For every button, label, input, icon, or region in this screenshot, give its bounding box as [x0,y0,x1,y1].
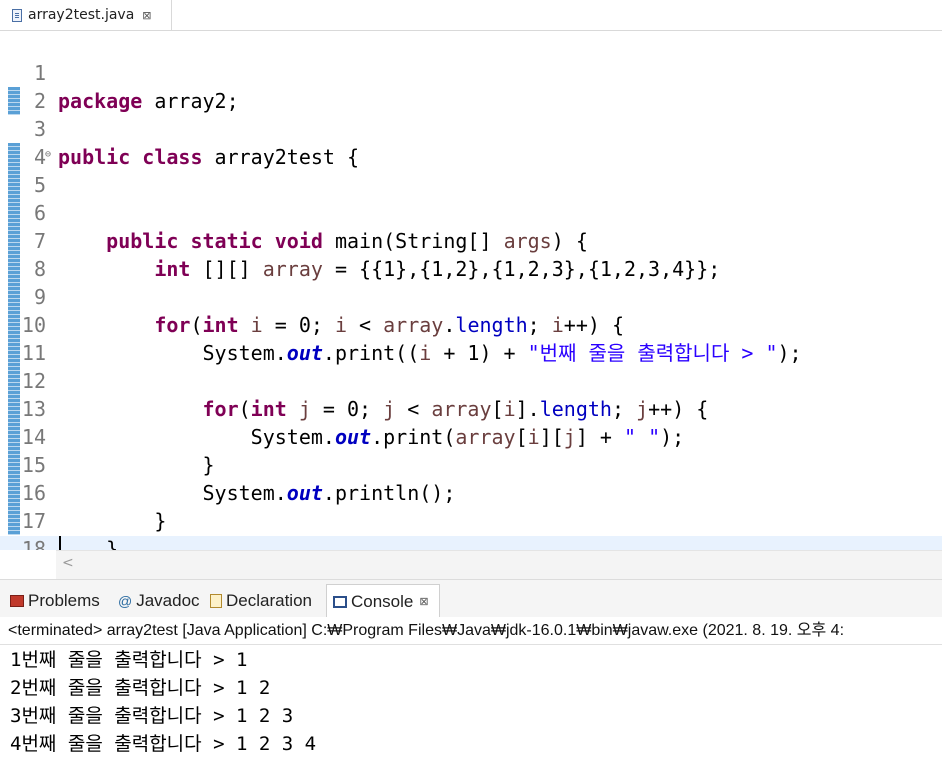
code-line: 3 public class array2test { [0,87,942,169]
console-status-header: <terminated> array2test [Java Applicatio… [0,617,942,645]
tab-problems[interactable]: Problems [10,584,100,618]
javadoc-at-icon: @ [118,593,133,609]
code-line: 5 ⊖ public static void main(String[] arg… [0,141,942,253]
code-line: 19 [0,535,942,550]
console-output-line: 2번째 줄을 출력합니다 > 1 2 [10,677,271,699]
console-output-line: 4번째 줄을 출력합니다 > 1 2 3 4 [10,733,317,755]
tab-console[interactable]: Console ⊠ [326,584,440,618]
code-line: 6 [0,171,942,225]
java-file-icon [12,8,22,22]
declaration-icon [210,594,222,608]
tab-label: Console [351,591,414,611]
text-caret [59,536,61,550]
scroll-left-arrow-icon[interactable]: < [62,555,74,571]
tab-declaration[interactable]: Declaration [210,584,312,618]
code-line: 2 [0,59,942,113]
code-line: 13 System.out.print(array[i][j] + " "); [0,367,942,449]
code-line: 15 System.out.println(); [0,423,942,505]
code-line: 18 } [0,507,942,550]
code-editor[interactable]: 1 package array2; 2 3 public class array… [0,31,942,550]
code-line: 17 } [0,479,942,550]
editor-tab-array2test[interactable]: array2test.java ⊠ [0,0,172,30]
console-icon [333,595,347,608]
tab-label: Javadoc [136,591,200,610]
code-line: 10 System.out.print((i + 1) + "번째 줄을 출력합… [0,283,942,365]
tab-label: Problems [28,591,100,610]
code-line: 14 } [0,395,942,477]
tab-javadoc[interactable]: @ Javadoc [118,584,200,618]
console-output[interactable]: 1번째 줄을 출력합니다 > 1 2번째 줄을 출력합니다 > 1 2 3번째 … [0,646,942,770]
bottom-panel-tab-bar: Problems @ Javadoc Declaration Console ⊠ [0,579,942,618]
code-line: 4 [0,115,942,169]
fold-collapse-icon[interactable]: ⊖ [45,141,51,169]
console-output-line: 3번째 줄을 출력합니다 > 1 2 3 [10,705,294,727]
code-line: 1 package array2; [0,31,942,113]
console-output-line: 1번째 줄을 출력합니다 > 1 [10,649,248,671]
code-line: 7 int [][] array = {{1},{1,2},{1,2,3},{1… [0,199,942,281]
code-line: 16 } [0,451,942,533]
code-line: 8 [0,227,942,281]
code-line: 9 for(int i = 0; i < array.length; i++) … [0,255,942,337]
close-icon[interactable]: ⊠ [419,595,428,608]
close-icon[interactable]: ⊠ [142,9,151,22]
editor-tab-label: array2test.java [28,7,135,23]
tab-label: Declaration [226,591,312,610]
code-line: 12 for(int j = 0; j < array[i].length; j… [0,339,942,421]
code-line: 11 [0,311,942,365]
problems-icon [10,595,24,607]
horizontal-scrollbar[interactable]: < [56,550,942,579]
editor-tab-bar: array2test.java ⊠ [0,0,942,31]
